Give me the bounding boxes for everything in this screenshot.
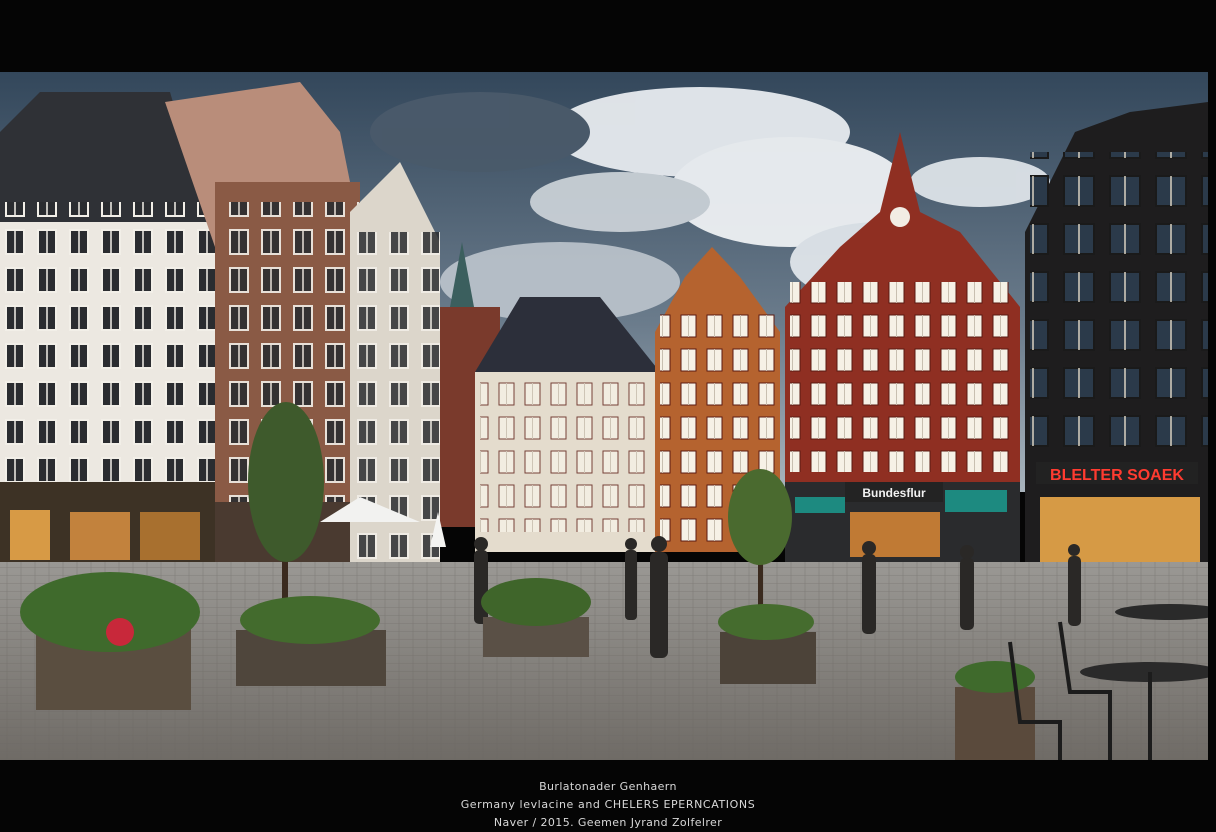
town-square-photo: Bundesflur BLELTER SOAEK bbox=[0, 72, 1208, 760]
image-caption: Burlatonader Genhaern Germany levlacine … bbox=[0, 778, 1216, 832]
caption-credit: Naver / 2015. Geemen Jyrand Zolfelrer bbox=[493, 816, 723, 829]
half-timbered-building: BLELTER SOAEK bbox=[1025, 102, 1208, 567]
center-shop-sign: Bundesflur bbox=[862, 486, 926, 500]
image-frame: Bundesflur BLELTER SOAEK Burlatonader Ge… bbox=[0, 0, 1216, 832]
white-building-left bbox=[0, 92, 215, 562]
right-shop-neon-sign: BLELTER SOAEK bbox=[1050, 467, 1184, 484]
caption-subtitle: Germany levlacine and CHELERS EPERNCATIO… bbox=[460, 798, 756, 811]
caption-title: Burlatonader Genhaern bbox=[539, 780, 677, 793]
